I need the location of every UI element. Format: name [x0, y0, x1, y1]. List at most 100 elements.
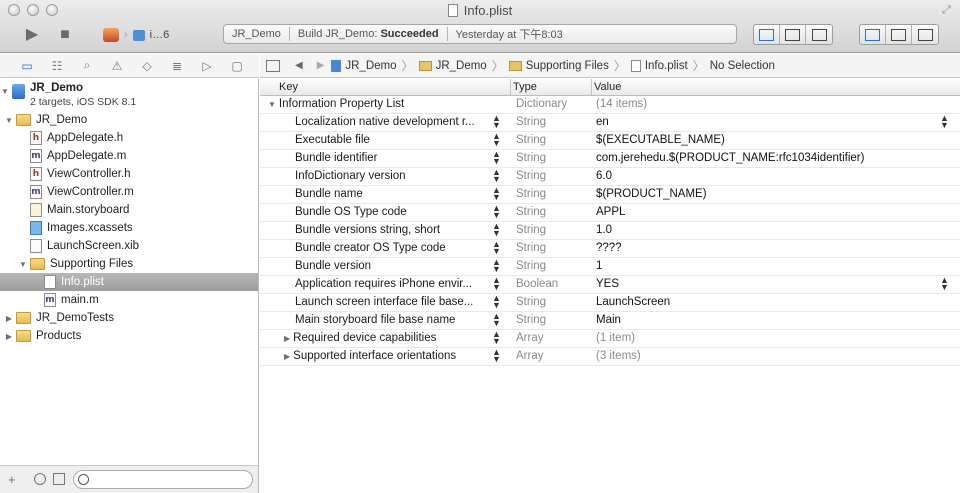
plist-row[interactable]: ▶ Supported interface orientations ▲ ▼ Array…: [260, 348, 960, 366]
navigator-item[interactable]: m ViewController.m: [0, 183, 258, 201]
disclosure-collapsed-icon[interactable]: ▶: [4, 332, 14, 341]
plist-value[interactable]: 1: [596, 260, 602, 272]
navigator-item[interactable]: h AppDelegate.h: [0, 129, 258, 147]
toggle-navigator-button[interactable]: [860, 25, 886, 44]
fullscreen-icon[interactable]: ⤢: [942, 4, 954, 16]
plist-type[interactable]: String: [516, 134, 546, 146]
key-stepper-icon[interactable]: ▲ ▼: [492, 312, 501, 328]
disclosure-expanded-icon[interactable]: ▼: [0, 87, 10, 96]
plist-value[interactable]: 6.0: [596, 170, 612, 182]
breadcrumb-item[interactable]: JR_Demo: [331, 59, 397, 72]
project-navigator-icon[interactable]: ▭: [12, 59, 42, 73]
scheme-selector[interactable]: › i…6: [103, 27, 169, 43]
key-stepper-icon[interactable]: ▲ ▼: [492, 330, 501, 346]
breadcrumb-item[interactable]: No Selection: [710, 60, 775, 72]
assistant-editor-button[interactable]: [780, 25, 806, 44]
plist-type[interactable]: String: [516, 116, 546, 128]
disclosure-collapsed-icon[interactable]: ▶: [284, 352, 290, 361]
plist-root-row[interactable]: ▼ Information Property List Dictionary (1…: [260, 96, 960, 114]
plist-value[interactable]: $(EXECUTABLE_NAME): [596, 134, 725, 146]
plist-key[interactable]: Required device capabilities: [293, 332, 436, 344]
scm-status-filter-icon[interactable]: [53, 473, 65, 485]
add-file-icon[interactable]: +: [8, 472, 16, 487]
navigator-filter-input[interactable]: [73, 470, 253, 489]
debug-navigator-icon[interactable]: ≣: [162, 59, 192, 73]
stop-button[interactable]: ■: [55, 26, 75, 44]
project-root-row[interactable]: ▼ JR_Demo 2 targets, iOS SDK 8.1: [0, 81, 258, 111]
plist-value[interactable]: en: [596, 116, 609, 128]
go-forward-icon[interactable]: ▶: [317, 60, 325, 71]
plist-key[interactable]: Bundle OS Type code: [295, 206, 407, 218]
plist-type[interactable]: String: [516, 260, 546, 272]
plist-row[interactable]: InfoDictionary version ▲ ▼ String 6.0: [260, 168, 960, 186]
navigator-item[interactable]: ▶ Products: [0, 327, 258, 345]
plist-type[interactable]: String: [516, 188, 546, 200]
plist-row[interactable]: Bundle OS Type code ▲ ▼ String APPL: [260, 204, 960, 222]
plist-row[interactable]: Application requires iPhone envir... ▲ ▼ Bo…: [260, 276, 960, 294]
plist-row[interactable]: Localization native development r... ▲ ▼ St…: [260, 114, 960, 132]
key-stepper-icon[interactable]: ▲ ▼: [492, 204, 501, 220]
plist-value[interactable]: ????: [596, 242, 622, 254]
plist-key[interactable]: Bundle identifier: [295, 152, 377, 164]
key-stepper-icon[interactable]: ▲ ▼: [492, 294, 501, 310]
navigator-item[interactable]: ▼ JR_Demo: [0, 111, 258, 129]
value-popup-icon[interactable]: ▲ ▼: [940, 114, 949, 130]
run-button[interactable]: ▶: [22, 26, 42, 44]
toggle-debug-area-button[interactable]: [886, 25, 912, 44]
navigator-item[interactable]: Main.storyboard: [0, 201, 258, 219]
plist-type[interactable]: String: [516, 206, 546, 218]
plist-row[interactable]: Launch screen interface file base... ▲ ▼ St…: [260, 294, 960, 312]
test-navigator-icon[interactable]: ◇: [132, 59, 162, 73]
key-stepper-icon[interactable]: ▲ ▼: [492, 276, 501, 292]
plist-value[interactable]: APPL: [596, 206, 625, 218]
plist-key[interactable]: Supported interface orientations: [293, 350, 456, 362]
plist-row[interactable]: Bundle name ▲ ▼ String $(PRODUCT_NAME): [260, 186, 960, 204]
version-editor-button[interactable]: [806, 25, 832, 44]
plist-row[interactable]: Bundle version ▲ ▼ String 1: [260, 258, 960, 276]
navigator-item[interactable]: m main.m: [0, 291, 258, 309]
plist-row[interactable]: Bundle identifier ▲ ▼ String com.jerehedu.$(…: [260, 150, 960, 168]
breadcrumb-item[interactable]: JR_Demo: [418, 60, 487, 72]
issue-navigator-icon[interactable]: ⚠: [102, 59, 132, 73]
go-back-icon[interactable]: ◀: [295, 60, 303, 71]
key-stepper-icon[interactable]: ▲ ▼: [492, 150, 501, 166]
related-items-icon[interactable]: [266, 59, 280, 72]
plist-type[interactable]: String: [516, 296, 546, 308]
plist-key[interactable]: Application requires iPhone envir...: [295, 278, 472, 290]
navigator-item[interactable]: LaunchScreen.xib: [0, 237, 258, 255]
plist-key[interactable]: Bundle version: [295, 260, 371, 272]
disclosure-collapsed-icon[interactable]: ▶: [284, 334, 290, 343]
plist-key[interactable]: Launch screen interface file base...: [295, 296, 473, 308]
plist-type[interactable]: Array: [516, 332, 543, 344]
key-stepper-icon[interactable]: ▲ ▼: [492, 240, 501, 256]
navigator-item[interactable]: Images.xcassets: [0, 219, 258, 237]
plist-key[interactable]: Main storyboard file base name: [295, 314, 455, 326]
plist-key[interactable]: Bundle creator OS Type code: [295, 242, 446, 254]
plist-type[interactable]: String: [516, 170, 546, 182]
disclosure-expanded-icon[interactable]: ▼: [268, 100, 276, 109]
symbol-navigator-icon[interactable]: ☷: [42, 59, 72, 73]
plist-row[interactable]: ▶ Required device capabilities ▲ ▼ Array (1 i…: [260, 330, 960, 348]
standard-editor-button[interactable]: [754, 25, 780, 44]
disclosure-expanded-icon[interactable]: ▼: [4, 116, 14, 125]
navigator-item[interactable]: ▼ Supporting Files: [0, 255, 258, 273]
plist-type[interactable]: String: [516, 314, 546, 326]
toggle-utilities-button[interactable]: [912, 25, 938, 44]
key-stepper-icon[interactable]: ▲ ▼: [492, 168, 501, 184]
value-popup-icon[interactable]: ▲ ▼: [940, 276, 949, 292]
disclosure-expanded-icon[interactable]: ▼: [18, 260, 28, 269]
plist-row[interactable]: Bundle creator OS Type code ▲ ▼ String????: [260, 240, 960, 258]
plist-type[interactable]: String: [516, 224, 546, 236]
plist-value[interactable]: (3 items): [596, 350, 641, 362]
plist-value[interactable]: $(PRODUCT_NAME): [596, 188, 707, 200]
disclosure-collapsed-icon[interactable]: ▶: [4, 314, 14, 323]
plist-type[interactable]: Boolean: [516, 278, 558, 290]
plist-key[interactable]: InfoDictionary version: [295, 170, 406, 182]
key-column-header[interactable]: Key: [279, 81, 298, 93]
plist-value[interactable]: LaunchScreen: [596, 296, 670, 308]
navigator-item[interactable]: h ViewController.h: [0, 165, 258, 183]
breadcrumb-item[interactable]: Info.plist: [630, 59, 688, 72]
plist-type[interactable]: Array: [516, 350, 543, 362]
recent-files-filter-icon[interactable]: [34, 473, 46, 485]
navigator-item[interactable]: ▶ JR_DemoTests: [0, 309, 258, 327]
